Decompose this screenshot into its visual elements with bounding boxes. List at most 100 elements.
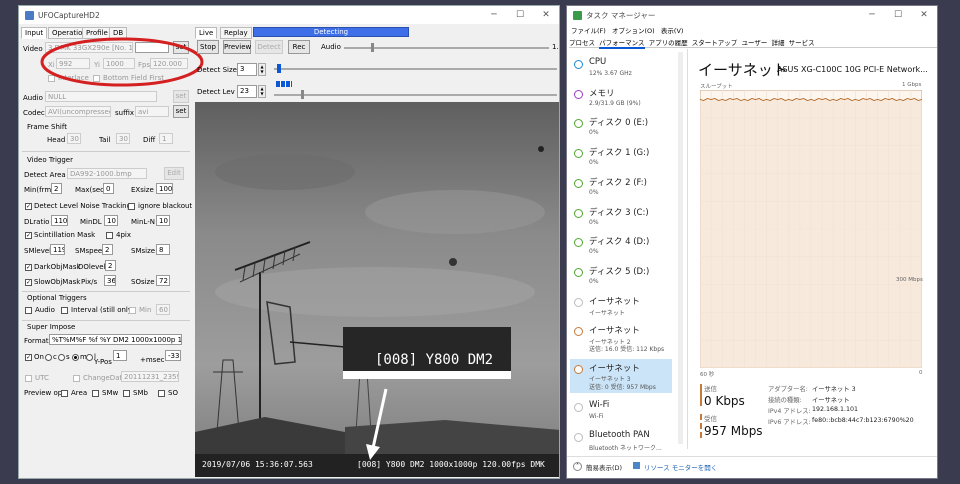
compact-view-link[interactable]: 簡易表示(D) — [586, 462, 622, 472]
minfrm-field[interactable]: 2 — [51, 183, 62, 194]
audio-set-button[interactable]: set — [173, 90, 189, 103]
maxsec-field[interactable]: 0 — [103, 183, 114, 194]
stop-button[interactable]: Stop — [197, 40, 219, 54]
tm-resource-item[interactable]: ディスク 2 (F:) 0% — [570, 176, 672, 205]
mindl-field[interactable]: 10 — [104, 215, 118, 226]
codec-set-button[interactable]: set — [173, 105, 189, 118]
detect-lev-thumb[interactable] — [301, 90, 304, 99]
tab-live[interactable]: Live — [195, 27, 218, 39]
dolevel-field[interactable]: 2 — [105, 260, 116, 271]
interval-checkbox[interactable] — [61, 307, 68, 314]
tab-details[interactable]: 詳細 — [771, 39, 784, 47]
change-date-field[interactable]: 20111231_235959 — [121, 371, 179, 382]
tm-resource-item[interactable]: CPU 12% 3.67 GHz — [570, 57, 672, 86]
status-circle-icon — [574, 119, 583, 129]
pix4-checkbox[interactable] — [106, 232, 113, 239]
audio-slider-value: 1. — [552, 43, 559, 51]
tm-resource-item[interactable]: ディスク 1 (G:) 0% — [570, 146, 672, 175]
smlevel-field[interactable]: 119 — [50, 244, 65, 255]
darkobj-checkbox[interactable]: ✓ — [25, 264, 32, 271]
tm-resource-item[interactable]: ディスク 4 (D:) 0% — [570, 235, 672, 264]
tab-app-history[interactable]: アプリの履歴 — [649, 39, 688, 47]
align-l-radio[interactable] — [86, 354, 93, 361]
detect-lev-spinner[interactable]: ▲ ▼ — [258, 85, 266, 98]
tab-processes[interactable]: プロセス — [569, 39, 595, 47]
min-checkbox[interactable] — [129, 307, 136, 314]
suffix-field[interactable]: avi — [135, 106, 169, 117]
detect-lev-slider[interactable] — [274, 94, 557, 96]
maximize-icon[interactable]: ☐ — [507, 6, 533, 24]
edit-button[interactable]: Edit — [164, 167, 184, 180]
ypos-field[interactable]: 1 — [113, 350, 127, 361]
smw-checkbox[interactable] — [92, 390, 99, 397]
menu-options[interactable]: オプション(O) — [612, 27, 655, 35]
utc-checkbox[interactable] — [25, 375, 32, 382]
recv-swatch — [700, 414, 702, 438]
tab-startup[interactable]: スタートアップ — [692, 39, 738, 47]
opt-audio-checkbox[interactable] — [25, 307, 32, 314]
menu-view[interactable]: 表示(V) — [661, 27, 684, 35]
on-checkbox[interactable]: ✓ — [25, 354, 32, 361]
rec-button[interactable]: Rec — [288, 40, 310, 54]
audio-slider-thumb[interactable] — [371, 43, 374, 52]
scintillation-checkbox[interactable]: ✓ — [25, 232, 32, 239]
detect-lev-field[interactable]: 23 — [237, 85, 257, 98]
ignore-blackout-checkbox[interactable] — [128, 203, 135, 210]
align-m-radio[interactable] — [72, 354, 79, 361]
preview-button[interactable]: Preview — [223, 40, 251, 54]
close-icon[interactable]: ✕ — [911, 6, 937, 24]
exsize-field[interactable]: 100 — [156, 183, 173, 194]
close-icon[interactable]: ✕ — [533, 6, 559, 24]
tm-resource-item[interactable]: イーサネット イーサネット 3 送信: 0 受信: 957 Mbps — [570, 359, 672, 394]
audio-slider[interactable] — [344, 47, 549, 49]
change-date-checkbox[interactable] — [73, 375, 80, 382]
align-c-radio[interactable] — [45, 354, 52, 361]
tm-resource-item[interactable]: メモリ 2.9/31.9 GB (9%) — [570, 87, 672, 116]
chevron-up-icon[interactable]: ˄ — [573, 462, 582, 471]
recv-value: 957 Mbps — [704, 424, 763, 438]
minimize-icon[interactable]: ─ — [859, 6, 885, 24]
align-s-radio[interactable] — [58, 354, 65, 361]
min-field[interactable]: 60 — [156, 304, 170, 315]
tm-resource-item[interactable]: ディスク 3 (C:) 0% — [570, 206, 672, 235]
tab-replay[interactable]: Replay — [220, 27, 252, 39]
minimize-icon[interactable]: ─ — [481, 6, 507, 24]
tail-field[interactable]: 30 — [116, 133, 130, 144]
smb-checkbox[interactable] — [123, 390, 130, 397]
detect-area-field[interactable]: DA992-1000.bmp — [67, 168, 147, 179]
head-field[interactable]: 30 — [67, 133, 81, 144]
diff-field[interactable]: 1 — [159, 133, 173, 144]
sosize-field[interactable]: 72 — [156, 275, 170, 286]
tab-performance[interactable]: パフォーマンス — [599, 39, 645, 49]
tm-resource-item[interactable]: イーサネット イーサネット — [570, 295, 672, 324]
pixs-field[interactable]: 36 — [104, 275, 116, 286]
menu-file[interactable]: ファイル(F) — [571, 27, 606, 35]
so-checkbox[interactable] — [158, 390, 165, 397]
dlratio-field[interactable]: 110 — [51, 215, 68, 226]
tm-resource-item[interactable]: ディスク 0 (E:) 0% — [570, 116, 672, 145]
smsize-field[interactable]: 8 — [156, 244, 170, 255]
detect-size-spinner[interactable]: ▲ ▼ — [258, 63, 266, 76]
minln-field[interactable]: 10 — [156, 215, 170, 226]
dlnt-checkbox[interactable]: ✓ — [25, 203, 32, 210]
detect-size-thumb[interactable] — [277, 64, 281, 73]
tab-users[interactable]: ユーザー — [741, 39, 767, 47]
tm-resource-item[interactable]: Wi-Fi Wi-Fi — [570, 400, 672, 429]
codec-select[interactable]: AVI(uncompressed) — [45, 106, 111, 117]
tm-resource-item[interactable]: ディスク 5 (D:) 0% — [570, 265, 672, 294]
detect-button[interactable]: Detect — [255, 40, 283, 54]
resource-monitor-link[interactable]: リソース モニターを開く — [644, 462, 717, 472]
tm-scrollbar[interactable] — [678, 52, 683, 444]
tm-resource-item[interactable]: イーサネット イーサネット 2 送信: 16.0 受信: 112 Kbps — [570, 324, 672, 353]
audio-select[interactable]: NULL — [45, 91, 157, 102]
detect-size-slider[interactable] — [274, 68, 557, 70]
format-field[interactable]: %T%M%F %f %Y DM2 1000x1000p 120.00f — [49, 334, 182, 345]
tab-services[interactable]: サービス — [789, 39, 815, 47]
area-checkbox[interactable] — [61, 390, 68, 397]
msec-field[interactable]: -33 — [165, 350, 181, 361]
slowobj-checkbox[interactable]: ✓ — [25, 279, 32, 286]
smspeed-field[interactable]: 2 — [102, 244, 113, 255]
tm-resource-item[interactable]: Bluetooth PAN Bluetooth ネットワーク... — [570, 430, 672, 459]
detect-size-field[interactable]: 3 — [237, 63, 257, 76]
maximize-icon[interactable]: ☐ — [885, 6, 911, 24]
